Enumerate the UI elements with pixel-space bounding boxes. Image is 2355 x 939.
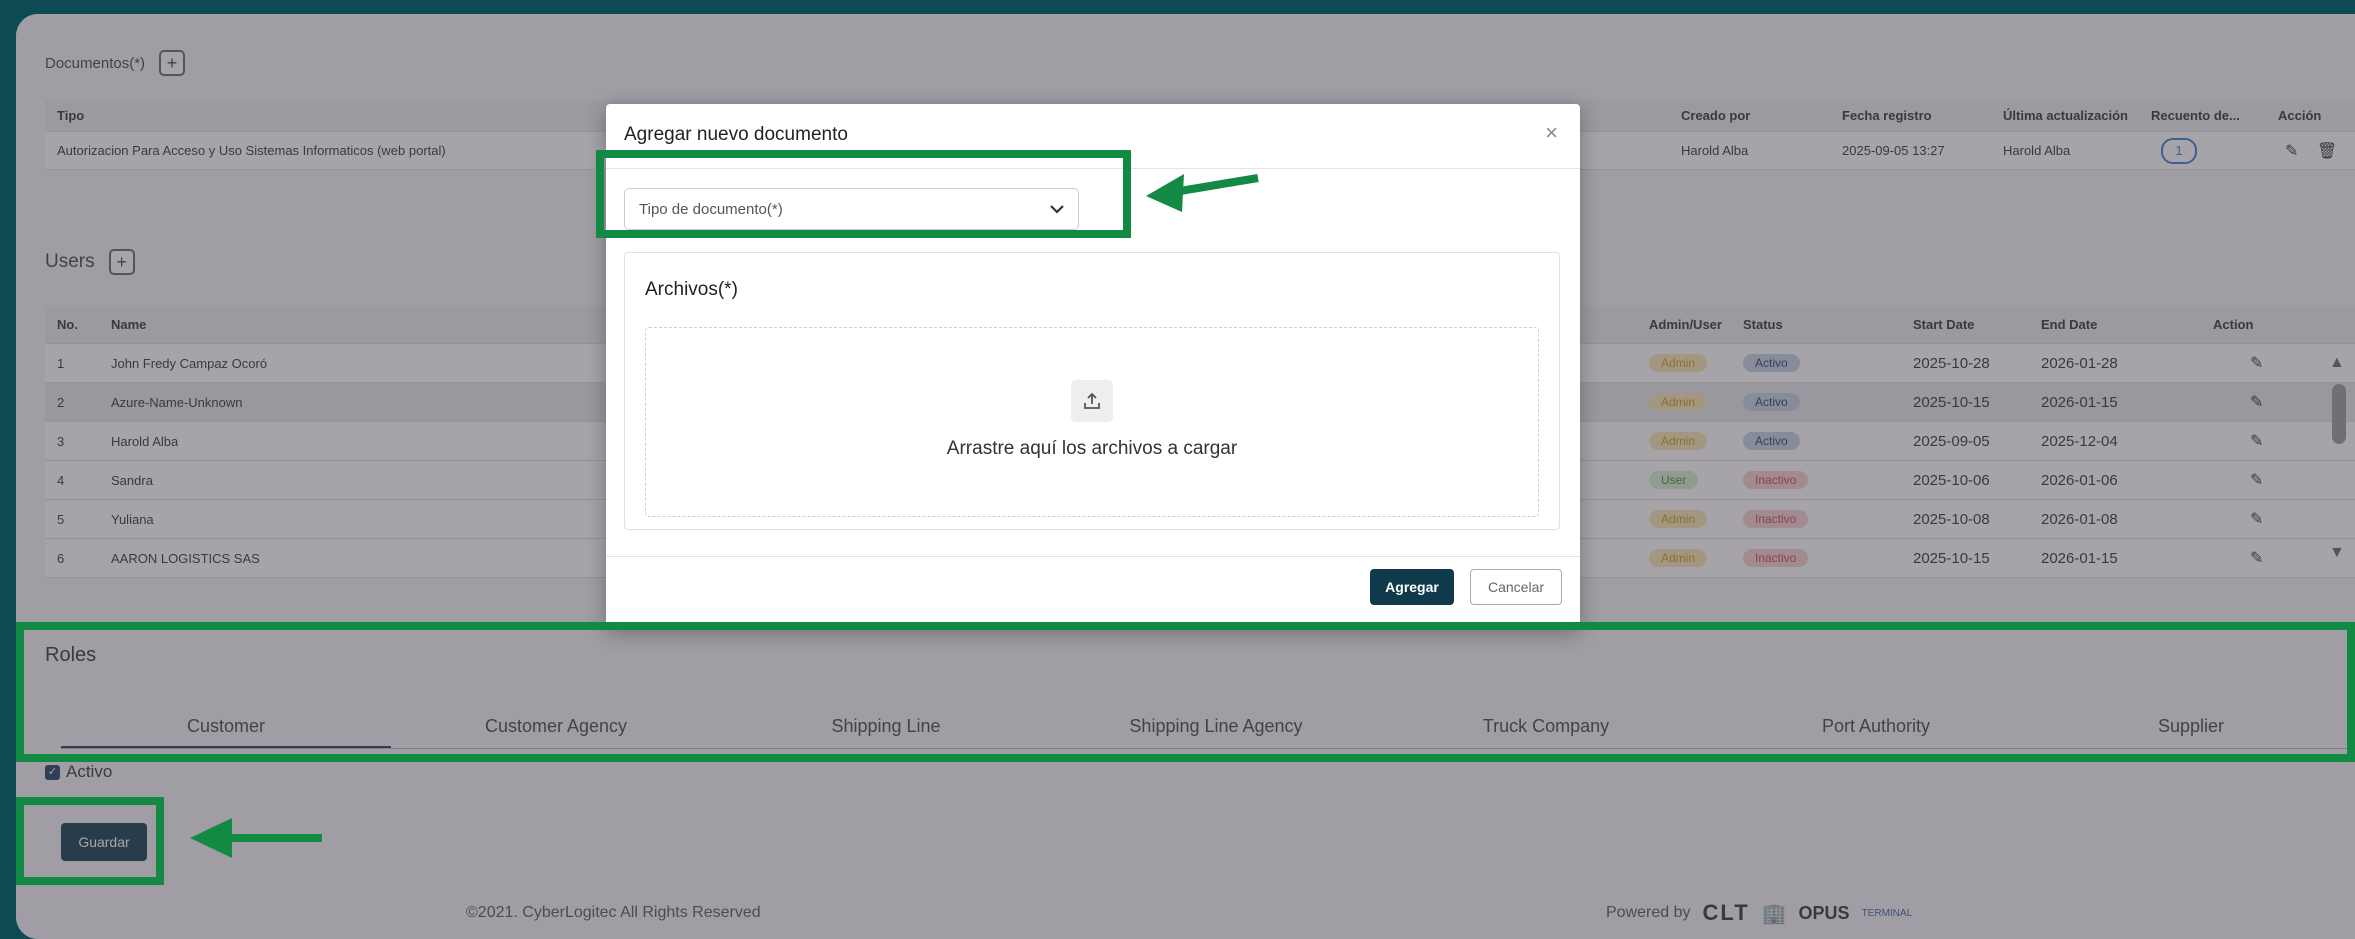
highlight-save-box <box>16 797 164 885</box>
app-frame: Documentos(*) + Tipo Creado por Fecha re… <box>16 14 2355 939</box>
file-dropzone[interactable]: Arrastre aquí los archivos a cargar <box>645 327 1539 517</box>
highlight-select-box <box>596 150 1131 238</box>
modal-title: Agregar nuevo documento <box>624 124 848 145</box>
files-card: Archivos(*) Arrastre aquí los archivos a… <box>624 252 1560 530</box>
agregar-button[interactable]: Agregar <box>1370 569 1454 605</box>
arrow-left-icon-save <box>190 818 322 858</box>
modal-footer-divider <box>606 556 1580 557</box>
close-icon[interactable]: × <box>1545 120 1558 146</box>
upload-icon[interactable] <box>1071 380 1113 422</box>
arrow-left-icon <box>1146 174 1259 212</box>
cancelar-button[interactable]: Cancelar <box>1470 569 1562 605</box>
highlight-roles-box <box>16 622 2355 762</box>
files-title: Archivos(*) <box>645 279 738 300</box>
dropzone-text: Arrastre aquí los archivos a cargar <box>946 438 1238 459</box>
